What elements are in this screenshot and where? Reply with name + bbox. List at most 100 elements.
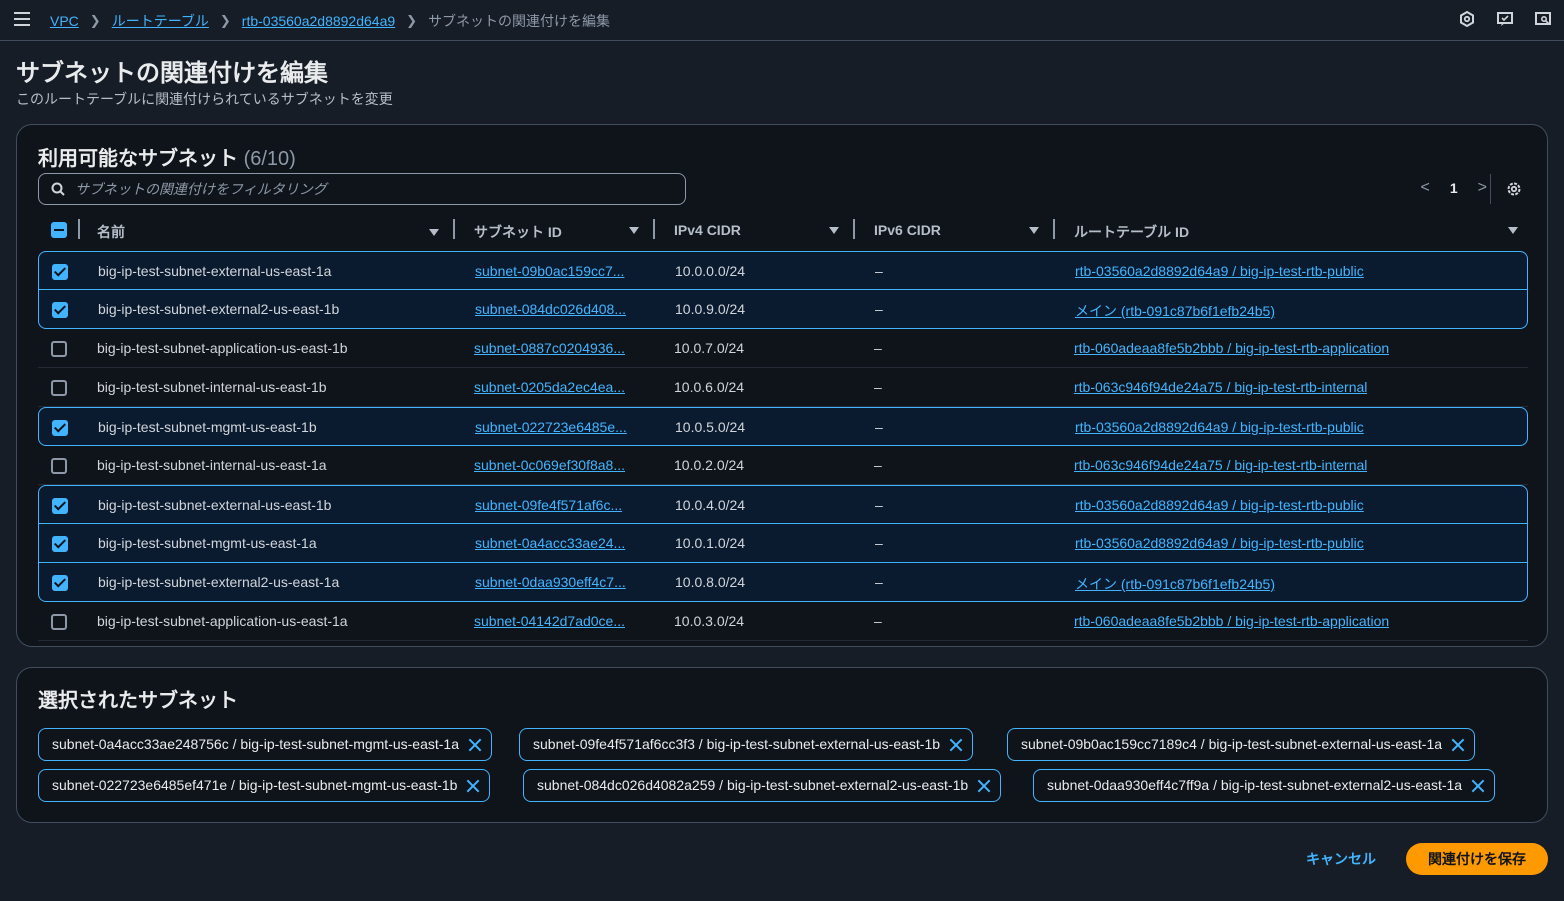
subnet-name: big-ip-test-subnet-application-us-east-1… [97,613,348,629]
ipv4-cidr: 10.0.3.0/24 [674,613,745,629]
security-icon[interactable] [1458,10,1476,28]
table-row[interactable]: big-ip-test-subnet-mgmt-us-east-1a subnet… [38,524,1528,563]
help-panel-icon[interactable] [1534,10,1552,28]
select-all-checkbox[interactable] [51,222,67,238]
ipv6-cidr: – [874,457,882,473]
row-checkbox[interactable] [51,341,67,357]
ipv6-cidr: – [875,535,883,551]
table-row[interactable]: big-ip-test-subnet-external-us-east-1b su… [38,485,1528,524]
column-header-ipv4[interactable]: IPv4 CIDR [674,222,741,238]
row-checkbox[interactable] [51,380,67,396]
subnet-id-link[interactable]: subnet-0205da2ec4ea... [474,379,636,395]
cancel-button[interactable]: キャンセル [1306,849,1376,869]
close-icon[interactable] [466,779,479,792]
page-title: サブネットの関連付けを編集 [16,60,328,87]
subnet-id-link[interactable]: subnet-04142d7ad0ce... [474,613,636,629]
row-checkbox[interactable] [51,458,67,474]
column-divider [78,219,80,239]
chevron-right-icon: ❯ [406,13,418,28]
subnet-id-link[interactable]: subnet-0daa930eff4c7... [475,574,637,590]
close-icon[interactable] [949,738,962,751]
close-icon[interactable] [1451,738,1464,751]
route-table-link[interactable]: rtb-03560a2d8892d64a9 / big-ip-test-rtb-… [1075,497,1364,513]
menu-icon[interactable] [14,12,30,26]
column-label: IPv6 CIDR [874,222,941,238]
search-icon [51,182,65,196]
route-table-link[interactable]: rtb-060adeaa8fe5b2bbb / big-ip-test-rtb-… [1074,613,1389,629]
subnet-id-link[interactable]: subnet-084dc026d408... [475,301,637,317]
available-subnets-heading: 利用可能なサブネット [38,148,238,170]
subnet-name: big-ip-test-subnet-internal-us-east-1b [97,379,327,395]
table-row[interactable]: big-ip-test-subnet-mgmt-us-east-1b subnet… [38,407,1528,446]
table-row[interactable]: big-ip-test-subnet-internal-us-east-1b su… [38,368,1528,407]
subnet-id-link[interactable]: subnet-0a4acc33ae24... [475,535,637,551]
selected-subnet-token: subnet-09fe4f571af6cc3f3 / big-ip-test-s… [519,728,974,761]
filter-field[interactable] [38,173,686,205]
save-associations-button[interactable]: 関連付けを保存 [1406,843,1548,875]
subnet-name: big-ip-test-subnet-external-us-east-1a [98,263,332,279]
route-table-link[interactable]: rtb-03560a2d8892d64a9 / big-ip-test-rtb-… [1075,263,1364,279]
row-checkbox[interactable] [52,575,68,591]
selected-subnet-token: subnet-0a4acc33ae248756c / big-ip-test-s… [38,728,493,761]
table-row[interactable]: big-ip-test-subnet-application-us-east-1… [38,329,1528,368]
selected-subnet-token: subnet-022723e6485ef471e / big-ip-test-s… [38,769,491,802]
row-checkbox[interactable] [52,420,68,436]
ipv6-cidr: – [875,497,883,513]
route-table-link[interactable]: rtb-060adeaa8fe5b2bbb / big-ip-test-rtb-… [1074,340,1389,356]
subnet-id-link[interactable]: subnet-0c069ef30f8a8... [474,457,636,473]
chevron-right-icon: ❯ [89,13,101,28]
token-label: subnet-09b0ac159cc7189c4 / big-ip-test-s… [1021,736,1443,752]
subnet-id-link[interactable]: subnet-0887c0204936... [474,340,636,356]
route-table-link[interactable]: rtb-03560a2d8892d64a9 / big-ip-test-rtb-… [1075,419,1364,435]
row-checkbox[interactable] [52,536,68,552]
available-subnets-title: 利用可能なサブネット (6/10) [38,142,296,171]
route-table-link[interactable]: rtb-03560a2d8892d64a9 / big-ip-test-rtb-… [1075,535,1364,551]
selected-subnet-token: subnet-084dc026d4082a259 / big-ip-test-s… [523,769,1002,802]
subnet-id-link[interactable]: subnet-09b0ac159cc7... [475,263,637,279]
breadcrumb-route-tables[interactable]: ルートテーブル [112,11,209,31]
close-icon[interactable] [1471,779,1484,792]
column-header-name[interactable]: 名前 [97,222,125,242]
current-page[interactable]: 1 [1450,180,1458,196]
row-checkbox[interactable] [51,614,67,630]
breadcrumb-vpc[interactable]: VPC [50,13,79,29]
table-row[interactable]: big-ip-test-subnet-external2-us-east-1a s… [38,563,1528,602]
table-row[interactable]: big-ip-test-subnet-external2-us-east-1b s… [38,290,1528,329]
route-table-link[interactable]: メイン (rtb-091c87b6f1efb24b5) [1075,301,1275,321]
close-icon[interactable] [468,738,481,751]
ipv4-cidr: 10.0.6.0/24 [674,379,745,395]
close-icon[interactable] [977,779,990,792]
next-page-icon[interactable]: > [1478,179,1487,197]
column-divider [1053,219,1055,239]
ipv6-cidr: – [875,263,883,279]
table-row[interactable]: big-ip-test-subnet-external-us-east-1a su… [38,251,1528,290]
ipv4-cidr: 10.0.2.0/24 [674,457,745,473]
route-table-link[interactable]: rtb-063c946f94de24a75 / big-ip-test-rtb-… [1074,457,1367,473]
breadcrumb-route-table-id[interactable]: rtb-03560a2d8892d64a9 [242,13,395,29]
ipv6-cidr: – [874,613,882,629]
subnet-id-link[interactable]: subnet-09fe4f571af6c... [475,497,637,513]
gear-icon[interactable] [1505,180,1523,198]
row-checkbox[interactable] [52,302,68,318]
column-header-ipv6[interactable]: IPv6 CIDR [874,222,941,238]
row-checkbox[interactable] [52,498,68,514]
ipv6-cidr: – [874,379,882,395]
subnet-name: big-ip-test-subnet-mgmt-us-east-1b [98,419,317,435]
column-header-subnet-id[interactable]: サブネット ID [474,222,562,242]
ipv6-cidr: – [875,574,883,590]
subnet-name: big-ip-test-subnet-external2-us-east-1b [98,301,340,317]
ipv4-cidr: 10.0.9.0/24 [675,301,746,317]
subnet-id-link[interactable]: subnet-022723e6485e... [475,419,637,435]
previous-page-icon[interactable]: < [1421,179,1430,197]
column-header-route-table[interactable]: ルートテーブル ID [1074,222,1189,242]
table-row[interactable]: big-ip-test-subnet-internal-us-east-1a su… [38,446,1528,485]
selected-subnet-token: subnet-0daa930eff4c7ff9a / big-ip-test-s… [1033,769,1496,802]
table-row[interactable]: big-ip-test-subnet-application-us-east-1… [38,602,1528,641]
route-table-link[interactable]: rtb-063c946f94de24a75 / big-ip-test-rtb-… [1074,379,1367,395]
table-header: 名前 サブネット ID IPv4 CIDR IPv6 CIDR ルートテーブル … [38,219,1528,243]
route-table-link[interactable]: メイン (rtb-091c87b6f1efb24b5) [1075,574,1275,594]
row-checkbox[interactable] [52,264,68,280]
divider [1490,174,1491,204]
feedback-icon[interactable] [1496,10,1514,28]
filter-input[interactable] [75,174,675,204]
